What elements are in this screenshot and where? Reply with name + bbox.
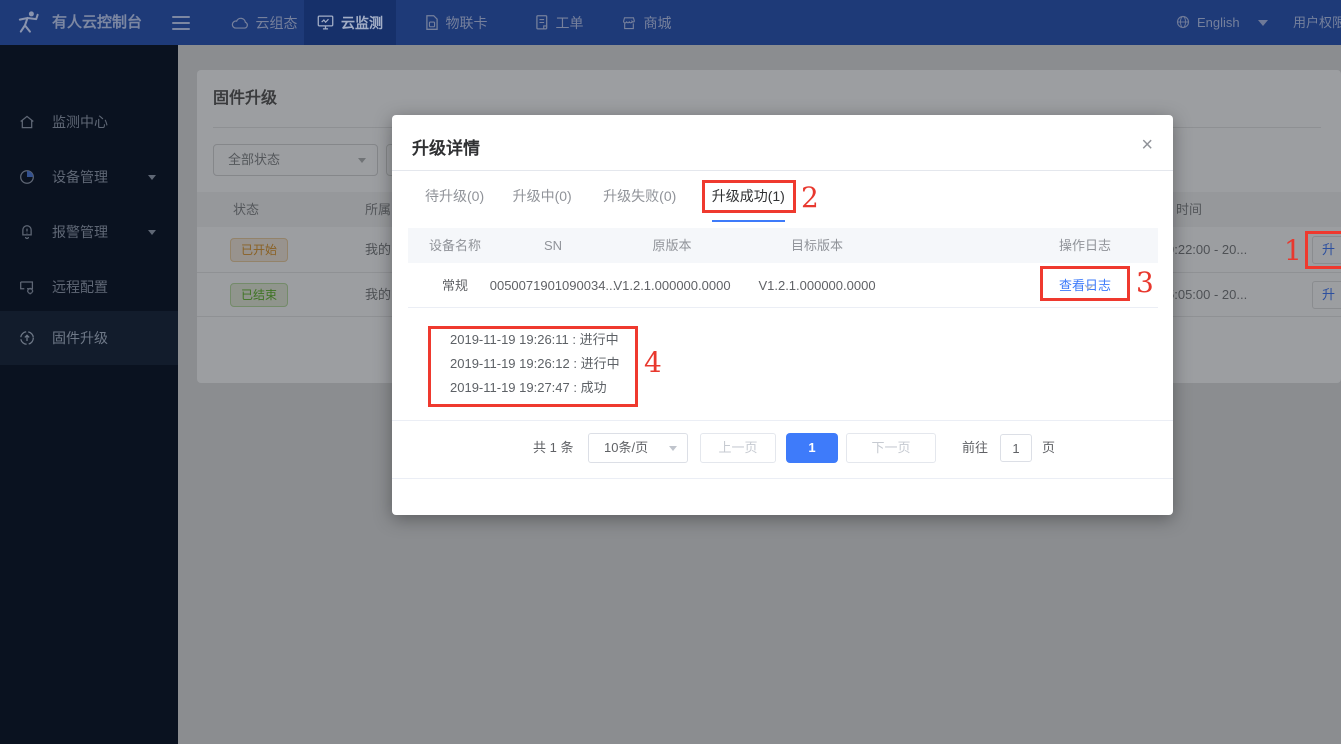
sidebar: 监测中心 设备管理 报警管理 远程配置 固件升级 19:28:32 2019-1… xyxy=(0,45,178,744)
device-row: 常规 0050071901090034... V1.2.1.000000.000… xyxy=(408,263,1158,308)
nav-item-mall[interactable]: 商城 xyxy=(614,0,678,45)
sidebar-item-label: 固件升级 xyxy=(52,311,108,365)
sim-card-icon xyxy=(425,14,439,31)
screen: 有人云控制台 云组态 云监测 物联卡 工单 商城 English xyxy=(0,0,1341,744)
col-device-name: 设备名称 xyxy=(429,228,481,263)
page-size-value: 10条/页 xyxy=(604,434,648,462)
nav-item-cloud-monitor[interactable]: 云监测 xyxy=(304,0,396,45)
col-owner: 所属 xyxy=(365,192,391,227)
col-sn: SN xyxy=(544,228,562,263)
log-entry: 2019-11-19 19:26:12 : 进行中 xyxy=(450,352,620,376)
tab-upgrading[interactable]: 升级中(0) xyxy=(513,186,572,206)
prev-page-button[interactable]: 上一页 xyxy=(700,433,776,463)
nav-item-label: 云组态 xyxy=(256,13,298,33)
cloud-icon xyxy=(231,16,249,30)
sidebar-item-label: 报警管理 xyxy=(52,205,108,259)
chevron-down-icon xyxy=(1084,263,1094,308)
top-navbar: 有人云控制台 云组态 云监测 物联卡 工单 商城 English xyxy=(0,0,1341,45)
goto-unit: 页 xyxy=(1042,433,1055,463)
upgrade-details-modal: 升级详情 × 待升级(0) 升级中(0) 升级失败(0) 升级成功(1) 设备名… xyxy=(392,115,1173,515)
status-badge: 已开始 xyxy=(230,238,288,262)
document-icon xyxy=(535,14,549,31)
sidebar-item-label: 设备管理 xyxy=(52,150,108,204)
time-cell: 9:22:00 - 20... xyxy=(1167,227,1247,273)
store-icon xyxy=(621,15,637,31)
time-cell: 5:05:00 - 20... xyxy=(1167,273,1247,317)
sidebar-item-device-management[interactable]: 设备管理 xyxy=(0,150,178,204)
nav-item-label: 云监测 xyxy=(341,13,383,33)
upgrade-status-tabs: 待升级(0) 升级中(0) 升级失败(0) 升级成功(1) xyxy=(425,186,785,206)
col-target-version: 目标版本 xyxy=(791,228,843,263)
divider xyxy=(392,478,1173,479)
sidebar-item-firmware-upgrade[interactable]: 固件升级 xyxy=(0,311,178,365)
sidebar-item-label: 监测中心 xyxy=(52,95,108,149)
nav-item-iot-card[interactable]: 物联卡 xyxy=(416,0,496,45)
pagination: 共 1 条 10条/页 上一页 1 下一页 前往 页 xyxy=(392,433,1173,463)
status-filter-value: 全部状态 xyxy=(228,145,280,175)
hamburger-icon[interactable] xyxy=(172,16,190,30)
chevron-down-icon xyxy=(669,446,677,451)
owner-cell: 我的 xyxy=(365,273,391,317)
next-page-button[interactable]: 下一页 xyxy=(846,433,936,463)
sidebar-item-monitor-center[interactable]: 监测中心 xyxy=(0,95,178,149)
monitor-icon xyxy=(317,14,334,31)
alarm-bell-icon xyxy=(18,223,36,241)
col-operation-log: 操作日志 xyxy=(1059,228,1111,263)
modal-table-header: 设备名称 SN 原版本 目标版本 操作日志 xyxy=(408,228,1158,263)
source-version-cell: V1.2.1.000000.0000 xyxy=(613,263,730,308)
sidebar-item-label: 远程配置 xyxy=(52,260,108,314)
status-badge: 已结束 xyxy=(230,283,288,307)
col-time: 时间 xyxy=(1176,192,1202,227)
home-icon xyxy=(18,113,36,131)
goto-page-input[interactable] xyxy=(1000,434,1032,462)
chevron-down-icon xyxy=(358,158,366,163)
col-status: 状态 xyxy=(233,192,259,227)
chevron-down-icon xyxy=(148,230,156,235)
language-caret-icon[interactable] xyxy=(1258,20,1268,26)
col-source-version: 原版本 xyxy=(652,228,691,263)
user-menu[interactable]: 用户权限 xyxy=(1293,0,1341,45)
status-filter-select[interactable]: 全部状态 xyxy=(213,144,378,176)
owner-cell: 我的 xyxy=(365,227,391,273)
sidebar-item-remote-config[interactable]: 远程配置 xyxy=(0,260,178,314)
goto-label: 前往 xyxy=(962,433,988,463)
nav-item-label: 工单 xyxy=(556,13,584,33)
nav-item-cloud-scada[interactable]: 云组态 xyxy=(226,0,302,45)
total-count: 共 1 条 xyxy=(533,433,573,463)
pie-chart-icon xyxy=(18,168,36,186)
sidebar-item-alarm-management[interactable]: 报警管理 xyxy=(0,205,178,259)
chevron-down-icon xyxy=(148,175,156,180)
brand-logo-icon xyxy=(16,9,41,35)
divider xyxy=(392,170,1173,171)
upgrade-circle-icon xyxy=(18,329,36,347)
tab-pending[interactable]: 待升级(0) xyxy=(425,186,484,206)
divider xyxy=(392,420,1173,421)
tab-success[interactable]: 升级成功(1) xyxy=(712,186,785,206)
page-size-select[interactable]: 10条/页 xyxy=(588,433,688,463)
remote-config-icon xyxy=(18,278,36,296)
nav-item-label: 物联卡 xyxy=(446,13,488,33)
log-entry: 2019-11-19 19:26:11 : 进行中 xyxy=(450,328,620,352)
device-name-cell: 常规 xyxy=(442,263,468,308)
globe-icon xyxy=(1176,15,1190,29)
close-icon[interactable]: × xyxy=(1141,135,1153,155)
current-page-button[interactable]: 1 xyxy=(786,433,838,463)
modal-title: 升级详情 xyxy=(412,134,480,159)
page-title: 固件升级 xyxy=(213,84,277,108)
language-selector[interactable]: English xyxy=(1197,0,1240,45)
nav-item-label: 商城 xyxy=(644,13,672,33)
upgrade-detail-button[interactable]: 升 xyxy=(1312,281,1341,309)
nav-item-work-order[interactable]: 工单 xyxy=(528,0,590,45)
target-version-cell: V1.2.1.000000.0000 xyxy=(758,263,875,308)
brand-title: 有人云控制台 xyxy=(52,0,142,45)
sn-cell: 0050071901090034... xyxy=(490,263,617,308)
operation-log-list: 2019-11-19 19:26:11 : 进行中 2019-11-19 19:… xyxy=(450,328,620,400)
tab-failed[interactable]: 升级失败(0) xyxy=(603,186,676,206)
upgrade-detail-button[interactable]: 升 xyxy=(1312,236,1341,264)
log-entry: 2019-11-19 19:27:47 : 成功 xyxy=(450,376,620,400)
